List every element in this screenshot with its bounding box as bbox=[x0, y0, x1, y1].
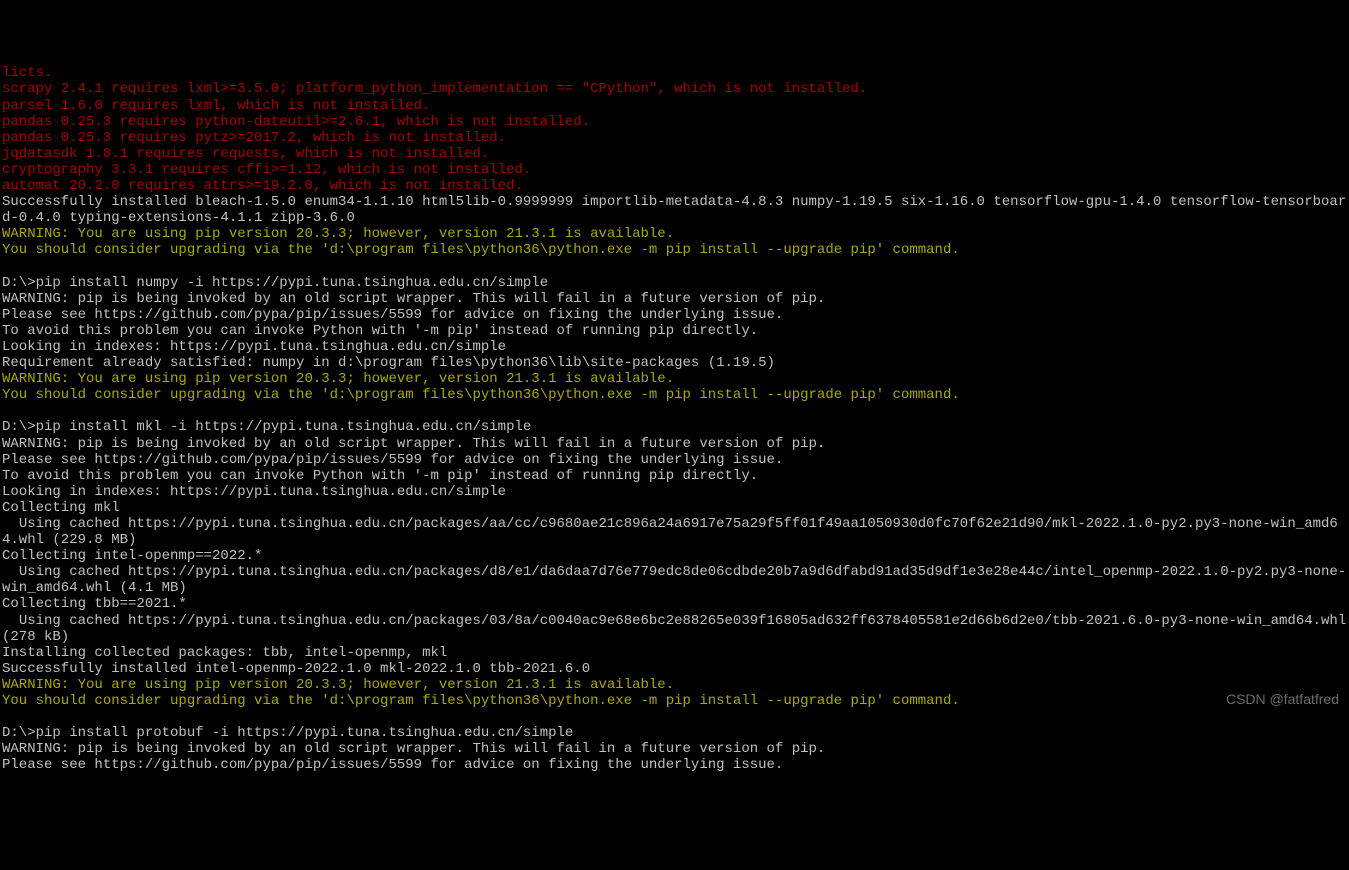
terminal-line: scrapy 2.4.1 requires lxml>=3.5.0; platf… bbox=[2, 81, 1347, 97]
terminal-line: You should consider upgrading via the 'd… bbox=[2, 242, 1347, 258]
terminal-line: Collecting mkl bbox=[2, 500, 1347, 516]
terminal-line: Looking in indexes: https://pypi.tuna.ts… bbox=[2, 339, 1347, 355]
terminal-line: Collecting tbb==2021.* bbox=[2, 596, 1347, 612]
terminal-line: Please see https://github.com/pypa/pip/i… bbox=[2, 307, 1347, 323]
terminal-line: To avoid this problem you can invoke Pyt… bbox=[2, 323, 1347, 339]
terminal-line: licts. bbox=[2, 65, 1347, 81]
terminal-line: D:\>pip install numpy -i https://pypi.tu… bbox=[2, 275, 1347, 291]
terminal-line: WARNING: pip is being invoked by an old … bbox=[2, 291, 1347, 307]
terminal-line bbox=[2, 403, 1347, 419]
terminal-line: You should consider upgrading via the 'd… bbox=[2, 387, 1347, 403]
terminal-line: WARNING: You are using pip version 20.3.… bbox=[2, 226, 1347, 242]
terminal-line: automat 20.2.0 requires attrs>=19.2.0, w… bbox=[2, 178, 1347, 194]
terminal-line: pandas 0.25.3 requires python-dateutil>=… bbox=[2, 114, 1347, 130]
terminal-line: pandas 0.25.3 requires pytz>=2017.2, whi… bbox=[2, 130, 1347, 146]
terminal-line: WARNING: You are using pip version 20.3.… bbox=[2, 371, 1347, 387]
terminal-line: Using cached https://pypi.tuna.tsinghua.… bbox=[2, 516, 1347, 548]
terminal-line: Collecting intel-openmp==2022.* bbox=[2, 548, 1347, 564]
terminal-line: Please see https://github.com/pypa/pip/i… bbox=[2, 757, 1347, 773]
terminal-line: WARNING: pip is being invoked by an old … bbox=[2, 741, 1347, 757]
terminal-line: Successfully installed intel-openmp-2022… bbox=[2, 661, 1347, 677]
terminal-line: jqdatasdk 1.8.1 requires requests, which… bbox=[2, 146, 1347, 162]
watermark-text: CSDN @fatfatfred bbox=[1226, 691, 1339, 707]
terminal-line: D:\>pip install protobuf -i https://pypi… bbox=[2, 725, 1347, 741]
terminal-line: cryptography 3.3.1 requires cffi>=1.12, … bbox=[2, 162, 1347, 178]
terminal-line: You should consider upgrading via the 'd… bbox=[2, 693, 1347, 709]
terminal-line: To avoid this problem you can invoke Pyt… bbox=[2, 468, 1347, 484]
terminal-line: Using cached https://pypi.tuna.tsinghua.… bbox=[2, 564, 1347, 596]
terminal-output[interactable]: licts.scrapy 2.4.1 requires lxml>=3.5.0;… bbox=[2, 65, 1347, 773]
terminal-line: parsel 1.6.0 requires lxml, which is not… bbox=[2, 98, 1347, 114]
terminal-line: WARNING: pip is being invoked by an old … bbox=[2, 436, 1347, 452]
terminal-line: Please see https://github.com/pypa/pip/i… bbox=[2, 452, 1347, 468]
terminal-line: Requirement already satisfied: numpy in … bbox=[2, 355, 1347, 371]
terminal-line: D:\>pip install mkl -i https://pypi.tuna… bbox=[2, 419, 1347, 435]
terminal-line: Successfully installed bleach-1.5.0 enum… bbox=[2, 194, 1347, 226]
terminal-line: Looking in indexes: https://pypi.tuna.ts… bbox=[2, 484, 1347, 500]
terminal-line: Installing collected packages: tbb, inte… bbox=[2, 645, 1347, 661]
terminal-line: Using cached https://pypi.tuna.tsinghua.… bbox=[2, 613, 1347, 645]
terminal-line bbox=[2, 709, 1347, 725]
terminal-line: WARNING: You are using pip version 20.3.… bbox=[2, 677, 1347, 693]
terminal-line bbox=[2, 259, 1347, 275]
